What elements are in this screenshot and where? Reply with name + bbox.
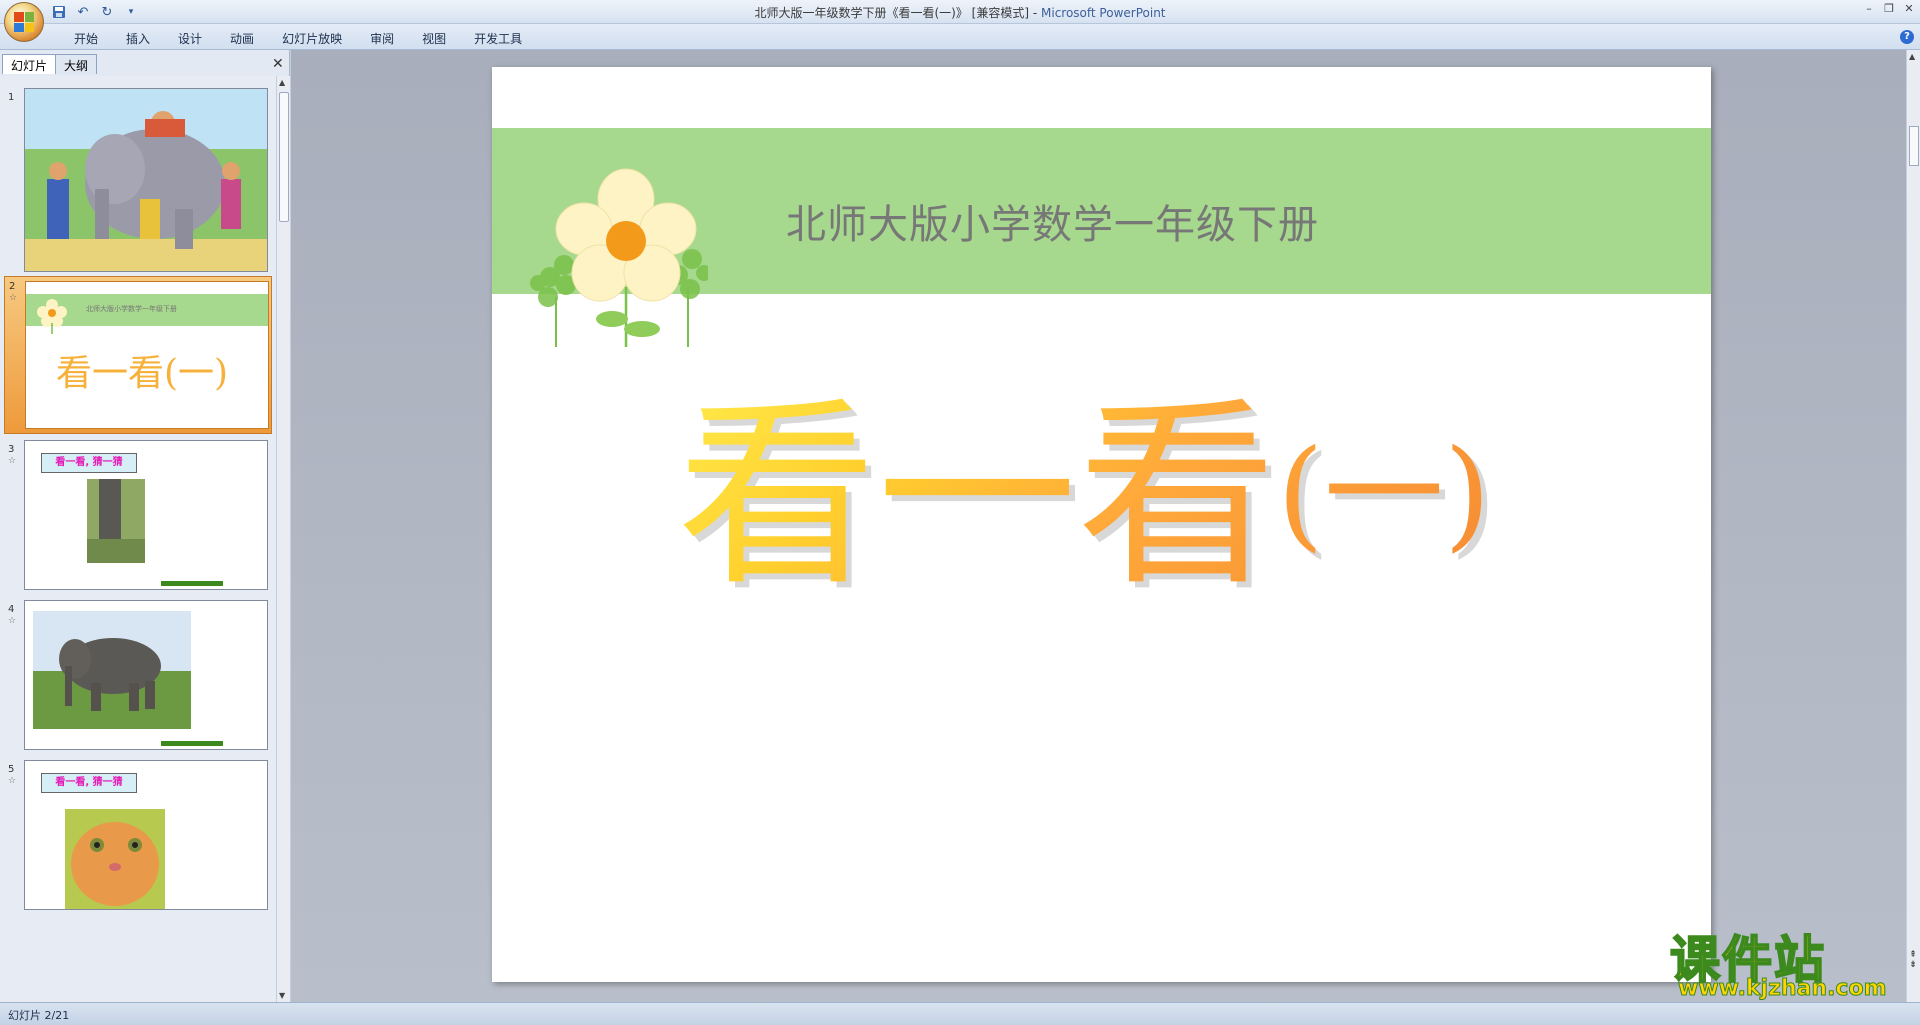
animation-star-icon: ☆: [8, 456, 17, 466]
tab-slides[interactable]: 幻灯片: [2, 54, 57, 74]
tab-home[interactable]: 开始: [60, 30, 112, 47]
watermark-logo: 课件站 www.kjzhan.com: [1669, 920, 1900, 1002]
tab-animations[interactable]: 动画: [216, 30, 268, 47]
animation-star-icon: ☆: [8, 776, 17, 786]
slide-number: 3: [8, 444, 15, 455]
minimize-icon[interactable]: –: [1862, 2, 1876, 16]
slide-thumbnail-2[interactable]: 2 ☆ 北师大版小学数学一年级下册 看一看(一): [4, 276, 272, 434]
current-slide[interactable]: 北师大版小学数学一年级下册 看一看(一) 看一看(一): [492, 67, 1711, 982]
panel-tabs: 幻灯片 大纲: [2, 54, 98, 74]
close-icon[interactable]: ✕: [1902, 2, 1916, 16]
next-slide-icon[interactable]: ⇟: [1906, 960, 1920, 970]
slide-preview: [24, 600, 268, 750]
tab-insert[interactable]: 插入: [112, 30, 164, 47]
slide-number: 5: [8, 764, 15, 775]
thumb-subtitle: 北师大版小学数学一年级下册: [86, 305, 177, 313]
slide-scrollbar[interactable]: ▲: [1906, 50, 1920, 1002]
slide-thumbnail-5[interactable]: 5 ☆ 看一看, 猜一猜: [4, 760, 272, 916]
ribbon: 开始 插入 设计 动画 幻灯片放映 审阅 视图 开发工具 ?: [0, 24, 1920, 50]
elephant-photo: [33, 611, 191, 729]
status-bar: 幻灯片 2/21: [0, 1002, 1920, 1025]
slide-number: 1: [8, 92, 15, 103]
office-logo-icon: [14, 12, 34, 32]
slide-number: 4: [8, 604, 15, 615]
ribbon-tabs: 开始 插入 设计 动画 幻灯片放映 审阅 视图 开发工具: [60, 30, 536, 47]
slide-subtitle[interactable]: 北师大版小学数学一年级下册: [786, 192, 1319, 250]
thumb-title: 看一看(一): [56, 353, 229, 394]
slide-thumbnail-3[interactable]: 3 ☆ 看一看, 猜一猜: [4, 440, 272, 596]
tab-view[interactable]: 视图: [408, 30, 460, 47]
tab-slideshow[interactable]: 幻灯片放映: [268, 30, 356, 47]
title-bar: ↶ ↻ ▾ 北师大版一年级数学下册《看一看(一)》 [兼容模式] - Micro…: [0, 0, 1920, 24]
cat-photo: [65, 809, 165, 909]
slide-title[interactable]: 看一看(一): [677, 397, 1491, 597]
scrollbar-thumb[interactable]: [279, 92, 289, 222]
slide-number: 2: [9, 281, 16, 292]
previous-slide-icon[interactable]: ⇞: [1906, 950, 1920, 960]
slide-counter: 幻灯片 2/21: [8, 1009, 70, 1022]
scroll-up-icon[interactable]: ▲: [1909, 52, 1915, 61]
slide-thumbnail-1[interactable]: 1: [4, 88, 272, 278]
thumbnails-scrollbar[interactable]: ▲ ▼: [276, 76, 290, 1002]
restore-icon[interactable]: ❐: [1882, 2, 1896, 16]
tab-design[interactable]: 设计: [164, 30, 216, 47]
prev-next-slide-tools: ⇞ ⇟: [1906, 950, 1920, 970]
tab-outline[interactable]: 大纲: [55, 54, 98, 74]
slide-thumbnails: 1 2 ☆ 北师大版小学数学一年级下册 看一看(一) 3 ☆ 看一看, 猜一猜 …: [0, 76, 276, 1002]
tab-developer[interactable]: 开发工具: [460, 30, 536, 47]
elephant-illustration: [25, 89, 267, 271]
slide-preview: 北师大版小学数学一年级下册 看一看(一): [25, 281, 269, 429]
help-icon[interactable]: ?: [1900, 30, 1914, 44]
scrollbar-thumb[interactable]: [1909, 126, 1919, 166]
watermark-url: www.kjzhan.com: [1678, 976, 1888, 1002]
window-title: 北师大版一年级数学下册《看一看(一)》 [兼容模式] - Microsoft P…: [754, 6, 1166, 20]
tab-review[interactable]: 审阅: [356, 30, 408, 47]
slide-thumbnail-4[interactable]: 4 ☆: [4, 600, 272, 756]
slide-preview: 看一看, 猜一猜: [24, 760, 268, 910]
window-controls: – ❐ ✕: [1862, 2, 1916, 16]
flower-icon: [37, 299, 67, 334]
flower-decoration: [530, 168, 708, 347]
office-button[interactable]: [4, 2, 44, 42]
scroll-down-icon[interactable]: ▼: [279, 991, 285, 1000]
slides-panel: 幻灯片 大纲 ✕ 1 2 ☆ 北师大版小学数学一年级下册 看一看(一) 3 ☆ …: [0, 50, 290, 1002]
thumb-nav-buttons: [161, 741, 223, 746]
elephant-leg-photo: [87, 479, 145, 563]
slide-preview: [24, 88, 268, 272]
animation-star-icon: ☆: [8, 616, 17, 626]
animation-star-icon: ☆: [9, 293, 18, 303]
slide-preview: 看一看, 猜一猜: [24, 440, 268, 590]
scroll-up-icon[interactable]: ▲: [279, 78, 285, 87]
close-panel-icon[interactable]: ✕: [272, 56, 284, 72]
thumb-nav-buttons: [161, 581, 223, 586]
thumb-banner: 看一看, 猜一猜: [41, 453, 137, 473]
thumb-banner: 看一看, 猜一猜: [41, 773, 137, 793]
